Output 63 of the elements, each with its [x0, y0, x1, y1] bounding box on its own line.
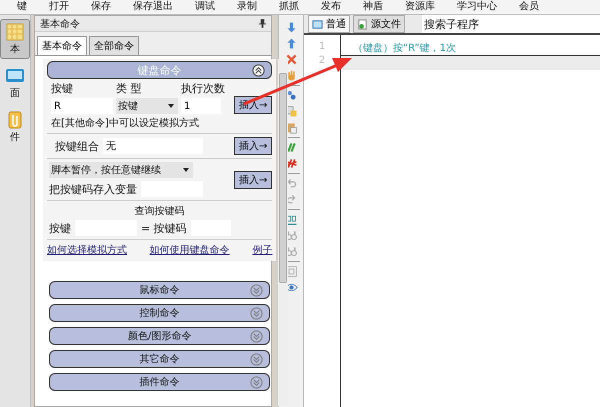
menu-item[interactable]: 抓抓 — [268, 0, 310, 14]
store-label: 把按键码存入变量 — [49, 182, 137, 196]
menu-item[interactable]: 发布 — [310, 0, 352, 14]
section-header[interactable]: 鼠标命令 — [49, 281, 270, 299]
panel-tab[interactable]: 全部命令 — [89, 36, 139, 55]
search-field[interactable]: 搜索子程序 — [422, 15, 600, 33]
menu-item[interactable]: 调试 — [184, 0, 226, 14]
key-label: 按键 — [49, 220, 71, 236]
hint-text: 在[其他命令]中可以设定模拟方式 — [50, 116, 200, 130]
pause-dropdown[interactable]: 脚本暂停，按任意键继续 — [49, 162, 193, 178]
sidebar-item[interactable]: 面 — [0, 63, 30, 103]
sidebar-item[interactable]: 件 — [0, 107, 30, 147]
dropdown-arrow-icon[interactable] — [183, 168, 189, 172]
menu-item[interactable]: 保存退出 — [122, 0, 184, 14]
line-number: 1 — [318, 41, 326, 54]
collapse-icon[interactable] — [252, 64, 266, 76]
combo-label: 按键组合 — [54, 138, 99, 154]
sidebar-label: 面 — [10, 87, 20, 100]
editor-tab[interactable]: 源文件 — [353, 15, 405, 33]
section-header[interactable]: 插件命令 — [49, 373, 270, 391]
expand-icon[interactable] — [250, 352, 264, 366]
expand-icon[interactable] — [250, 330, 264, 342]
sidebar-label: 件 — [10, 131, 20, 144]
keycode-label: = 按键码 — [141, 220, 187, 236]
section-header[interactable]: 控制命令 — [49, 304, 270, 322]
section-header[interactable]: 其它命令 — [49, 350, 270, 368]
help-link[interactable]: 如何使用键盘命令 — [150, 243, 230, 257]
delete-icon[interactable] — [284, 53, 298, 66]
panel-title: 基本命令 — [40, 18, 80, 30]
menu-item[interactable]: 资源库 — [394, 0, 446, 14]
help-link[interactable]: 如何选择模拟方式 — [47, 243, 127, 257]
menu-item[interactable]: 学习中心 — [446, 0, 508, 14]
query-title: 查询按键码 — [134, 204, 186, 218]
insert-button[interactable]: 插入→ — [234, 170, 272, 188]
window-icon — [312, 18, 323, 30]
dropdown-arrow-icon[interactable] — [168, 104, 174, 108]
expand-icon[interactable] — [250, 376, 264, 388]
expand-icon[interactable] — [250, 284, 264, 296]
menu-item[interactable]: 神盾 — [352, 0, 394, 14]
line-number: 2 — [318, 55, 326, 68]
pin-icon[interactable] — [259, 19, 266, 28]
count-input[interactable]: 1 — [181, 98, 221, 114]
insert-button[interactable]: 插入→ — [234, 137, 272, 155]
panel-tab[interactable]: 基本命令 — [37, 36, 87, 55]
menu-item[interactable]: 键 — [6, 0, 38, 14]
key-input[interactable]: R — [51, 98, 113, 114]
section-header[interactable]: 颜色/图形命令 — [49, 327, 270, 345]
help-link[interactable]: 例子 — [252, 243, 272, 257]
menu-item[interactable]: 打开 — [38, 0, 80, 14]
menu-item[interactable]: 保存 — [80, 0, 122, 14]
count-label: 执行次数 — [181, 81, 226, 96]
menu-item[interactable]: 会员 — [508, 0, 550, 14]
menu-item[interactable]: 录制 — [226, 0, 268, 14]
document-icon — [357, 18, 368, 30]
type-label: 类 型 — [116, 81, 142, 96]
key-label: 按键 — [51, 81, 74, 96]
sidebar-label: 本 — [10, 42, 20, 56]
sidebar-item[interactable]: 本 — [0, 19, 30, 59]
editor-tab[interactable]: 普通 — [308, 15, 350, 33]
combo-input[interactable]: 无 — [103, 138, 203, 154]
expand-icon[interactable] — [250, 306, 264, 320]
type-dropdown[interactable]: 按键 — [116, 98, 178, 114]
notepad-icon — [5, 22, 25, 42]
